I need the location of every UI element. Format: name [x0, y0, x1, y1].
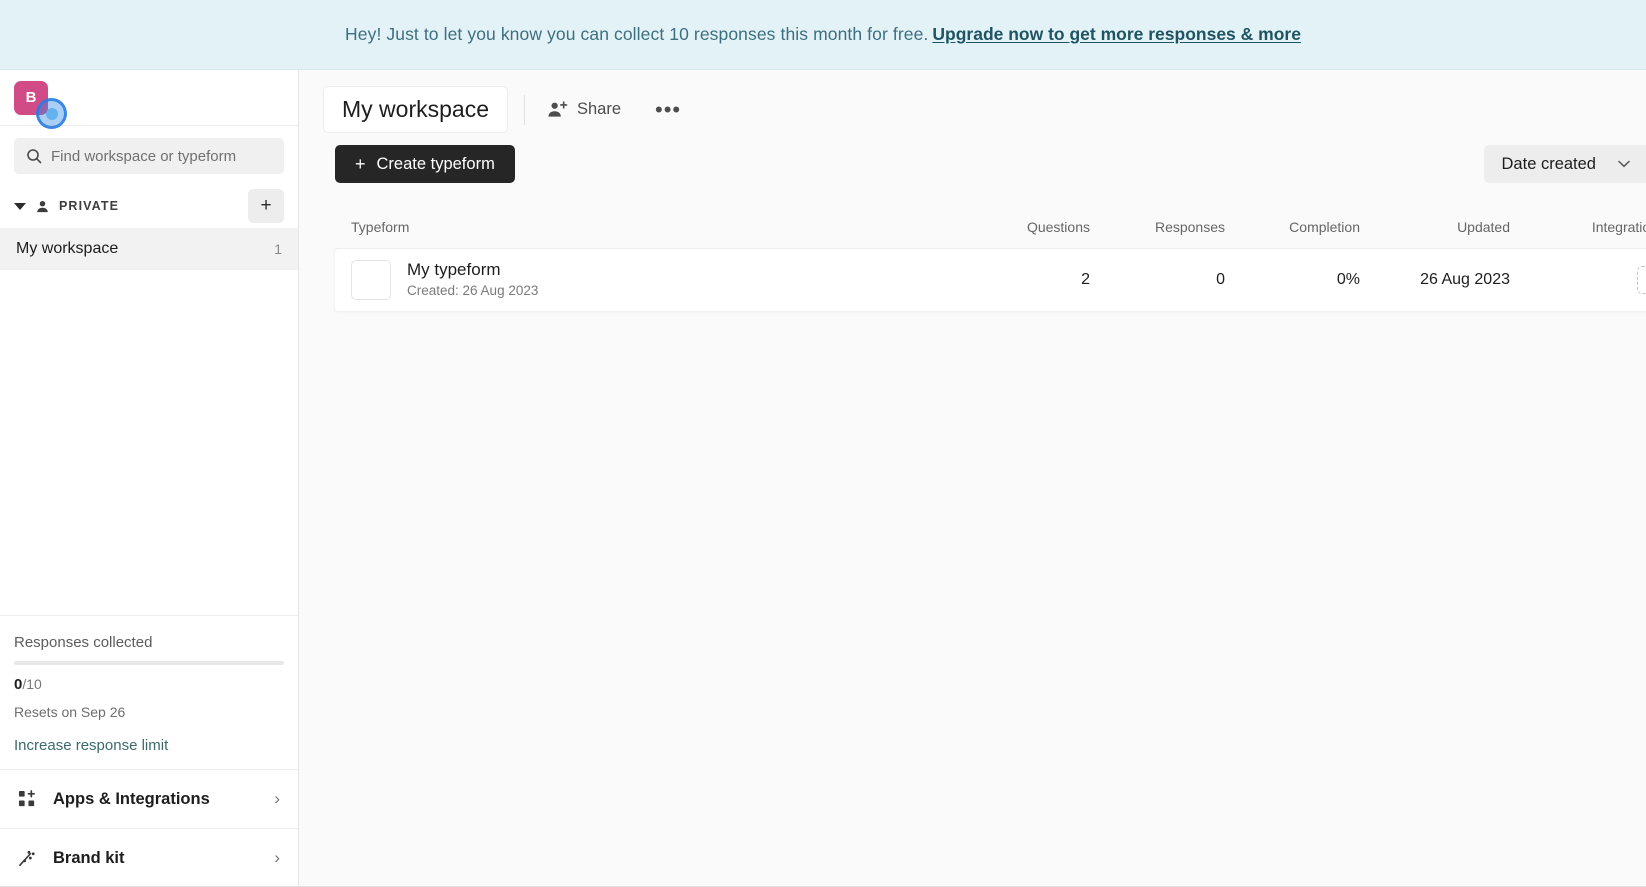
- responses-collected-title: Responses collected: [14, 634, 153, 651]
- sidebar-header: B: [0, 70, 298, 129]
- app-body: B Find workspace or typeform PRIVATE + M…: [0, 70, 1646, 887]
- responses-reset-text: Resets on Sep 26: [14, 704, 126, 720]
- banner-upgrade-link[interactable]: Upgrade now to get more responses & more: [932, 24, 1301, 45]
- person-icon: [35, 199, 50, 214]
- sort-value: Date created: [1501, 154, 1596, 173]
- column-header-updated: Updated: [1360, 209, 1510, 249]
- create-typeform-label: Create typeform: [376, 154, 495, 173]
- typeform-table-wrap: Typeform Questions Responses Completion …: [299, 183, 1646, 311]
- typeform-integrations-cell: +: [1510, 248, 1646, 311]
- table-row[interactable]: My typeform Created: 26 Aug 2023 2 0 0% …: [335, 248, 1646, 311]
- typeform-updated-cell: 26 Aug 2023: [1360, 248, 1510, 311]
- chevron-right-icon: ›: [274, 789, 280, 808]
- workspace-more-options-button[interactable]: •••: [647, 95, 689, 125]
- chevron-right-icon: ›: [274, 848, 280, 867]
- column-header-integrations: Integrations: [1510, 209, 1646, 249]
- typeform-responses-cell: 0: [1090, 248, 1225, 311]
- add-integration-button[interactable]: +: [1637, 265, 1646, 294]
- column-header-completion: Completion: [1225, 209, 1360, 249]
- workspace-title[interactable]: My workspace: [323, 86, 508, 133]
- search-icon: [26, 148, 42, 164]
- avatar[interactable]: B: [14, 80, 48, 115]
- workspace-count: 1: [274, 241, 282, 257]
- typeform-name-cell[interactable]: My typeform Created: 26 Aug 2023: [335, 248, 955, 311]
- workspace-header: My workspace Share •••: [299, 70, 1646, 133]
- person-add-icon: [547, 100, 568, 119]
- share-label: Share: [576, 100, 622, 118]
- upgrade-banner: Hey! Just to let you know you can collec…: [0, 0, 1646, 70]
- typeform-questions-cell: 2: [955, 248, 1090, 311]
- private-section-label: PRIVATE: [59, 199, 120, 213]
- typeform-workspace-app: Hey! Just to let you know you can collec…: [0, 0, 1646, 887]
- private-section-header: PRIVATE +: [0, 184, 298, 228]
- plus-icon: +: [355, 154, 366, 174]
- search-box[interactable]: [14, 138, 284, 174]
- typeform-thumbnail: [351, 259, 391, 300]
- search-input[interactable]: [51, 147, 272, 165]
- chevron-down-icon: [1618, 157, 1630, 171]
- sidebar-item-apps-integrations[interactable]: Apps & Integrations ›: [0, 769, 298, 828]
- brand-kit-label: Brand kit: [53, 848, 125, 867]
- apps-grid-icon: [18, 789, 37, 809]
- responses-progress-bar: [14, 661, 284, 665]
- sidebar: B Find workspace or typeform PRIVATE + M…: [0, 70, 299, 887]
- typeform-created-date: Created: 26 Aug 2023: [407, 283, 539, 299]
- column-header-typeform: Typeform: [335, 209, 955, 249]
- typeform-title: My typeform: [407, 260, 501, 280]
- typeform-table: Typeform Questions Responses Completion …: [335, 209, 1646, 311]
- banner-message: Hey! Just to let you know you can collec…: [345, 24, 929, 44]
- main-content: My workspace Share ••• + Create typeform…: [299, 70, 1646, 887]
- column-header-questions: Questions: [955, 209, 1090, 249]
- sidebar-search-wrap: [0, 126, 298, 184]
- column-header-responses: Responses: [1090, 209, 1225, 249]
- apps-integrations-label: Apps & Integrations: [53, 789, 210, 808]
- typeform-completion-cell: 0%: [1225, 248, 1360, 311]
- sidebar-item-brand-kit[interactable]: Brand kit ›: [0, 828, 298, 887]
- header-divider: [523, 94, 525, 125]
- add-workspace-button[interactable]: +: [248, 189, 284, 223]
- table-header: Typeform Questions Responses Completion …: [335, 209, 1646, 249]
- table-header-row: Typeform Questions Responses Completion …: [335, 209, 1646, 249]
- responses-count: 0/10: [14, 676, 284, 693]
- share-button[interactable]: Share: [543, 94, 625, 125]
- create-typeform-button[interactable]: + Create typeform: [335, 145, 515, 183]
- create-row: + Create typeform Date created: [299, 133, 1646, 183]
- table-body: My typeform Created: 26 Aug 2023 2 0 0% …: [335, 248, 1646, 311]
- responses-collected-panel: Responses collected 0/10 Resets on Sep 2…: [0, 615, 298, 769]
- sidebar-item-my-workspace[interactable]: My workspace 1: [0, 228, 298, 270]
- typeform-name-texts: My typeform Created: 26 Aug 2023: [407, 259, 538, 300]
- responses-limit: 10: [26, 676, 42, 692]
- sort-dropdown[interactable]: Date created: [1483, 145, 1646, 183]
- increase-response-limit-link[interactable]: Increase response limit: [14, 737, 168, 754]
- caret-down-icon[interactable]: [14, 202, 26, 210]
- workspace-label: My workspace: [16, 240, 119, 257]
- typeform-name-wrap: My typeform Created: 26 Aug 2023: [335, 259, 955, 300]
- brand-kit-icon: [18, 849, 37, 868]
